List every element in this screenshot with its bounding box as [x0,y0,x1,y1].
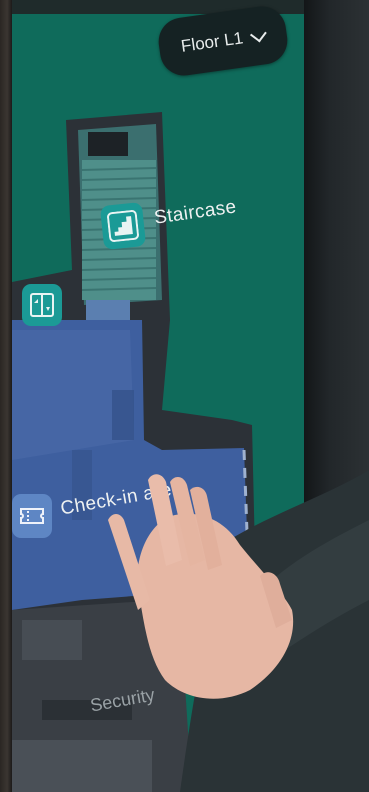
user-hand [108,470,369,792]
